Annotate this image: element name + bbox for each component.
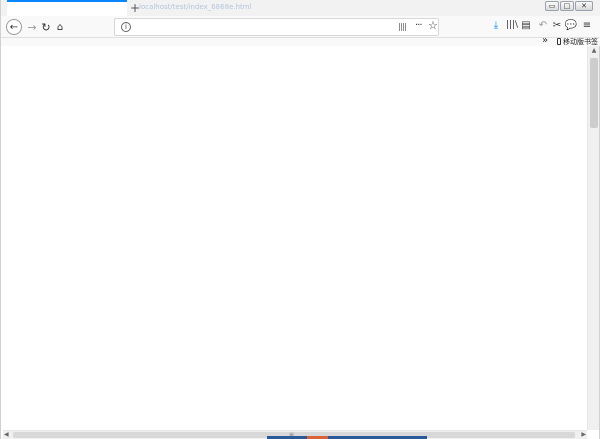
undo-icon[interactable]: ↶ xyxy=(536,20,550,31)
url-bar[interactable]: i ··· ☆ xyxy=(114,18,439,36)
scroll-right-icon[interactable]: ▶ xyxy=(581,431,586,438)
tab-active[interactable] xyxy=(7,0,127,16)
download-icon[interactable]: ⤓ xyxy=(489,20,503,31)
title-bar: + localhost/test/index_6868e.html ▭ □ ✕ xyxy=(1,0,600,16)
bookmarks-toolbar: » 移动版书签 xyxy=(1,35,600,46)
vertical-scrollbar[interactable]: ▲ xyxy=(587,46,599,430)
minimize-button[interactable]: ▭ xyxy=(545,1,559,11)
url-input[interactable] xyxy=(135,21,385,34)
bookmark-star-icon[interactable]: ☆ xyxy=(428,19,438,32)
tab-ghost-url: localhost/test/index_6868e.html xyxy=(139,3,252,11)
mobile-bookmarks-label: 移动版书签 xyxy=(563,38,598,46)
qr-code-icon[interactable] xyxy=(399,23,407,31)
scroll-up-icon[interactable]: ▲ xyxy=(588,46,600,56)
screenshot-icon[interactable]: ✂ xyxy=(550,20,564,31)
phone-icon xyxy=(557,38,561,45)
page-actions-icon[interactable]: ··· xyxy=(415,20,422,31)
window-controls: ▭ □ ✕ xyxy=(545,1,593,11)
back-button[interactable]: ← xyxy=(6,19,22,35)
browser-window: + localhost/test/index_6868e.html ▭ □ ✕ … xyxy=(0,0,600,439)
page-content[interactable] xyxy=(3,46,587,430)
home-button[interactable]: ⌂ xyxy=(52,19,68,35)
chat-icon[interactable]: 💬 xyxy=(564,20,578,31)
sidebar-icon[interactable]: ▤ xyxy=(519,20,533,31)
library-icon[interactable]: |||\ xyxy=(505,20,519,30)
maximize-button[interactable]: □ xyxy=(560,1,574,11)
close-button[interactable]: ✕ xyxy=(575,1,593,11)
vertical-scroll-thumb[interactable] xyxy=(590,58,598,128)
info-icon[interactable]: i xyxy=(121,22,131,32)
navigation-toolbar: ← → ↻ ⌂ i ··· ☆ ⤓ |||\ ▤ ↶ ✂ 💬 ≡ xyxy=(1,16,600,38)
scroll-left-icon[interactable]: ◀ xyxy=(4,431,9,438)
hamburger-menu-icon[interactable]: ≡ xyxy=(580,20,594,31)
chevron-overflow-icon[interactable]: » xyxy=(542,35,548,46)
